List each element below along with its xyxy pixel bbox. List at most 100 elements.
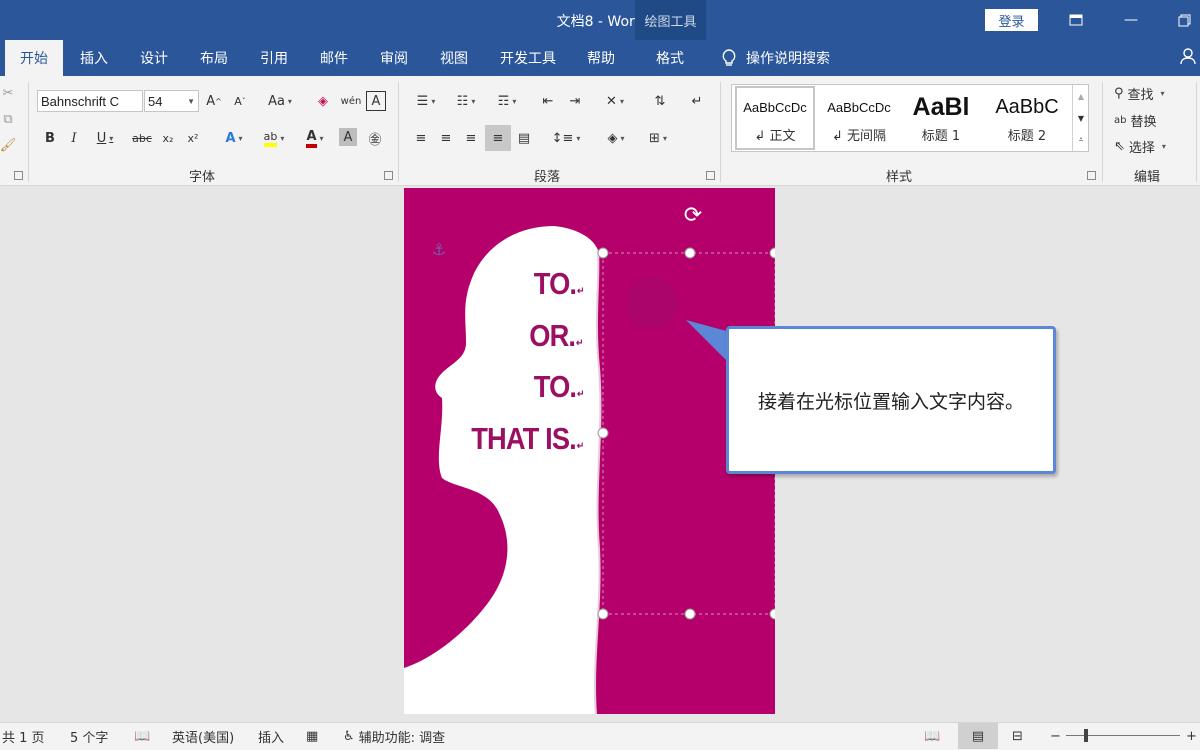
tab-insert[interactable]: 插入 bbox=[68, 40, 120, 76]
document-page[interactable]: ⟳ ⚓ bbox=[404, 188, 775, 714]
tab-references[interactable]: 引用 bbox=[248, 40, 300, 76]
word-count[interactable]: 5 个字 bbox=[70, 727, 108, 746]
proofing-icon[interactable]: 📖 bbox=[134, 727, 150, 745]
page-count[interactable]: 共 1 页 bbox=[2, 727, 45, 746]
tab-mailings[interactable]: 邮件 bbox=[308, 40, 360, 76]
document-text-line[interactable]: TO.↵ bbox=[533, 369, 584, 405]
phonetic-guide-icon[interactable]: wén bbox=[340, 90, 362, 112]
distributed-icon[interactable]: ▤ bbox=[513, 127, 535, 149]
copy-icon[interactable]: ⧉ bbox=[0, 108, 16, 130]
numbering-icon[interactable]: ☷ ▾ bbox=[448, 90, 484, 112]
document-text-line[interactable]: OR.↵ bbox=[530, 318, 584, 354]
italic-icon[interactable]: I bbox=[64, 127, 84, 149]
group-separator bbox=[398, 82, 399, 182]
styles-scrollbar: ▲ ▼ ⩡ bbox=[1072, 85, 1088, 151]
strikethrough-icon[interactable]: abc bbox=[130, 127, 154, 149]
tab-format[interactable]: 格式 bbox=[640, 40, 700, 76]
increase-indent-icon[interactable]: ⇥ bbox=[564, 90, 586, 112]
enclose-characters-icon[interactable]: ㊎ bbox=[364, 127, 386, 149]
style-preview: AaBbCcDc bbox=[827, 100, 891, 115]
grow-font-icon[interactable]: A ^ bbox=[204, 90, 224, 112]
character-border-icon[interactable]: A bbox=[366, 91, 386, 111]
tell-me-label: 操作说明搜索 bbox=[746, 51, 830, 67]
tab-view[interactable]: 视图 bbox=[428, 40, 480, 76]
change-case-button[interactable]: Aa ▾ bbox=[262, 90, 298, 112]
style-heading-1[interactable]: AaBl 标题 1 bbox=[903, 86, 979, 150]
sort-icon[interactable]: ⇅ bbox=[648, 90, 672, 112]
style-normal[interactable]: AaBbCcDc ↲ 正文 bbox=[735, 86, 815, 150]
line-spacing-icon[interactable]: ↕≡ ▾ bbox=[548, 127, 584, 149]
font-size-value: 54 bbox=[148, 93, 163, 109]
zoom-in-icon[interactable]: + bbox=[1186, 727, 1197, 745]
shading-icon[interactable]: ◈ ▾ bbox=[598, 127, 634, 149]
style-no-spacing[interactable]: AaBbCcDc ↲ 无间隔 bbox=[819, 86, 899, 150]
head-silhouette-shape[interactable] bbox=[404, 188, 775, 714]
tell-me-search[interactable]: 操作说明搜索 bbox=[722, 40, 830, 76]
styles-launcher-icon[interactable] bbox=[1087, 171, 1096, 180]
macro-recording-icon[interactable]: ▦ bbox=[306, 727, 318, 745]
show-formatting-marks-icon[interactable]: ↵ bbox=[686, 90, 708, 112]
zoom-out-icon[interactable]: − bbox=[1050, 727, 1061, 745]
font-launcher-icon[interactable] bbox=[384, 171, 393, 180]
cut-icon[interactable]: ✂ bbox=[0, 82, 16, 104]
restore-icon[interactable] bbox=[1170, 8, 1198, 32]
rotate-handle-icon[interactable]: ⟳ bbox=[678, 202, 708, 228]
language-indicator[interactable]: 英语(美国) bbox=[172, 727, 234, 746]
print-layout-icon[interactable]: ▤ bbox=[958, 723, 998, 749]
shrink-font-icon[interactable]: Aˇ bbox=[230, 90, 250, 112]
paragraph-launcher-icon[interactable] bbox=[706, 171, 715, 180]
replace-button[interactable]: ab 替换 bbox=[1114, 109, 1186, 131]
font-name-field[interactable]: Bahnschrift C bbox=[37, 90, 143, 112]
clear-formatting-icon[interactable]: ◈ bbox=[312, 90, 334, 112]
tab-home[interactable]: 开始 bbox=[5, 40, 63, 76]
format-painter-icon[interactable]: 🖌 bbox=[0, 134, 16, 156]
login-button[interactable]: 登录 bbox=[985, 9, 1038, 31]
text-effects-icon[interactable]: A ▾ bbox=[218, 127, 250, 149]
document-text-line[interactable]: TO.↵ bbox=[533, 266, 584, 302]
font-color-icon[interactable]: A ▾ bbox=[298, 127, 332, 149]
align-center-icon[interactable]: ≡ bbox=[435, 127, 457, 149]
styles-scroll-down-icon[interactable]: ▼ bbox=[1073, 109, 1089, 127]
minimize-icon[interactable]: — bbox=[1117, 8, 1145, 32]
decrease-indent-icon[interactable]: ⇤ bbox=[537, 90, 559, 112]
align-right-icon[interactable]: ≡ bbox=[460, 127, 482, 149]
font-size-field[interactable]: 54 ▼ bbox=[144, 90, 199, 112]
font-size-dropdown-icon[interactable]: ▼ bbox=[187, 97, 195, 106]
borders-icon[interactable]: ⊞ ▾ bbox=[640, 127, 676, 149]
select-button[interactable]: ⇖ 选择 ▾ bbox=[1114, 135, 1186, 157]
document-text-line[interactable]: THAT IS.↵ bbox=[471, 421, 584, 457]
group-separator bbox=[1196, 82, 1197, 182]
character-shading-icon[interactable]: A bbox=[339, 128, 357, 146]
zoom-slider-thumb[interactable] bbox=[1084, 729, 1088, 742]
subscript-icon[interactable]: x₂ bbox=[158, 127, 178, 149]
ribbon-display-options-icon[interactable] bbox=[1062, 8, 1090, 32]
tab-help[interactable]: 帮助 bbox=[575, 40, 627, 76]
style-heading-2[interactable]: AaBbC 标题 2 bbox=[987, 86, 1067, 150]
clipboard-launcher-icon[interactable] bbox=[14, 171, 23, 180]
tab-design[interactable]: 设计 bbox=[128, 40, 180, 76]
highlight-color-icon[interactable]: ab ▾ bbox=[256, 127, 292, 149]
group-separator bbox=[28, 82, 29, 182]
tab-layout[interactable]: 布局 bbox=[188, 40, 240, 76]
web-layout-icon[interactable]: ⊟ bbox=[1012, 727, 1023, 745]
align-left-icon[interactable]: ≡ bbox=[410, 127, 432, 149]
multilevel-list-icon[interactable]: ☶ ▾ bbox=[490, 90, 524, 112]
chinese-layout-icon[interactable]: ✕ ▾ bbox=[598, 90, 632, 112]
superscript-icon[interactable]: x² bbox=[183, 127, 203, 149]
bullets-icon[interactable]: ☰ ▾ bbox=[408, 90, 444, 112]
underline-icon[interactable]: U ▾ bbox=[90, 127, 120, 149]
insert-mode-indicator[interactable]: 插入 bbox=[258, 727, 284, 746]
account-person-icon[interactable] bbox=[1180, 47, 1196, 69]
accessibility-button[interactable]: ♿ 辅助功能: 调查 bbox=[343, 727, 445, 746]
tab-review[interactable]: 审阅 bbox=[368, 40, 420, 76]
bold-icon[interactable]: B bbox=[40, 127, 60, 149]
justify-icon[interactable]: ≡ bbox=[485, 125, 511, 151]
style-name: 标题 2 bbox=[1007, 128, 1047, 144]
editing-group-label: 编辑 bbox=[1134, 170, 1161, 185]
find-button[interactable]: ⚲ 查找 ▾ bbox=[1114, 82, 1186, 104]
styles-more-icon[interactable]: ⩡ bbox=[1073, 131, 1089, 149]
read-mode-icon[interactable]: 📖 bbox=[924, 727, 940, 745]
styles-scroll-up-icon[interactable]: ▲ bbox=[1073, 87, 1089, 105]
tab-developer[interactable]: 开发工具 bbox=[493, 40, 563, 76]
replace-icon: ab bbox=[1114, 114, 1127, 126]
